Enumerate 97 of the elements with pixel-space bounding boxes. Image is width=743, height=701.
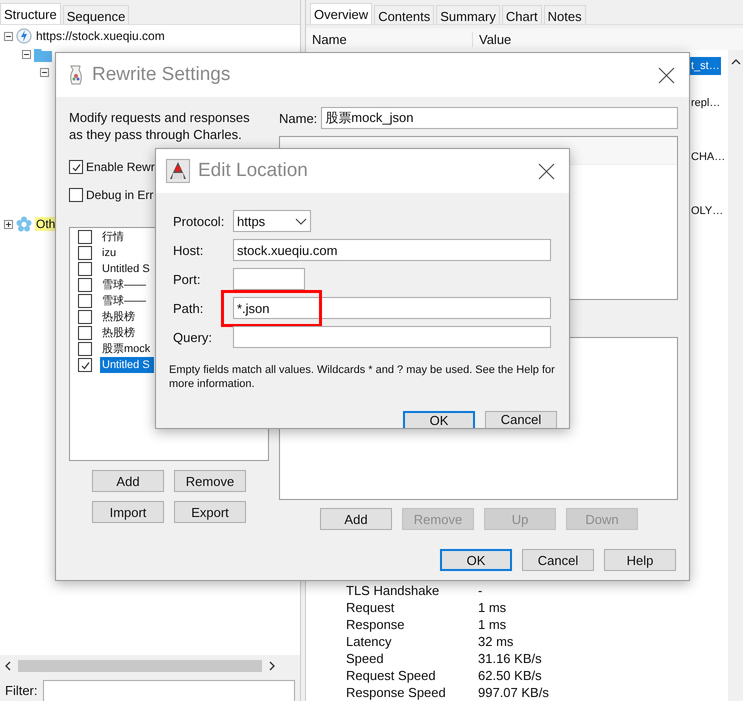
chevron-left-icon[interactable] bbox=[4, 661, 12, 671]
button[interactable]: Remove bbox=[174, 470, 246, 492]
table-cell: 31.16 KB/s bbox=[478, 651, 542, 666]
table-cell-text: Speed bbox=[346, 651, 385, 666]
protocol-dropdown[interactable]: https bbox=[233, 210, 311, 232]
name-field[interactable]: 股票mock_json bbox=[321, 107, 678, 129]
list-item[interactable]: Untitled S bbox=[100, 261, 154, 277]
close-icon[interactable] bbox=[658, 66, 675, 84]
table-cell-text: TLS Handshake bbox=[346, 583, 440, 598]
tab[interactable]: Summary bbox=[436, 5, 500, 24]
field-label: Protocol: bbox=[173, 214, 226, 228]
button[interactable]: Export bbox=[174, 501, 246, 523]
button[interactable]: Cancel bbox=[485, 411, 557, 428]
checkbox[interactable] bbox=[69, 160, 83, 174]
jug-icon bbox=[68, 64, 84, 86]
button[interactable]: Add bbox=[92, 470, 164, 492]
input-field[interactable] bbox=[233, 326, 551, 348]
window-title: Rewrite Settings bbox=[92, 64, 232, 86]
collapse-icon[interactable] bbox=[40, 68, 49, 76]
input-field[interactable] bbox=[233, 268, 305, 290]
table-cell[interactable]: OLY… bbox=[690, 202, 724, 220]
tab[interactable]: Sequence bbox=[62, 5, 130, 24]
tab[interactable]: Structure bbox=[0, 3, 61, 24]
button[interactable]: Import bbox=[92, 501, 164, 523]
checkbox[interactable] bbox=[78, 278, 92, 292]
button[interactable]: Cancel bbox=[522, 549, 594, 571]
close-icon[interactable] bbox=[538, 162, 555, 180]
column-header[interactable]: Name bbox=[306, 32, 473, 46]
button[interactable]: OK bbox=[403, 411, 475, 428]
table-cell[interactable]: CHA… bbox=[690, 148, 726, 166]
tree-item[interactable]: https://stock.xueqiu.com bbox=[35, 29, 166, 43]
tab[interactable]: Notes bbox=[544, 5, 586, 24]
chevron-right-icon[interactable] bbox=[268, 661, 276, 671]
window-title: Edit Location bbox=[198, 160, 309, 182]
list-item[interactable]: izu bbox=[100, 245, 154, 261]
field-label: Port: bbox=[173, 272, 202, 286]
input-field[interactable]: stock.xueqiu.com bbox=[233, 239, 551, 261]
table-cell-text: Latency bbox=[346, 634, 393, 649]
list-item[interactable]: 雪球—— bbox=[100, 277, 154, 293]
checkbox[interactable] bbox=[78, 230, 92, 244]
field-label: Path: bbox=[173, 300, 204, 316]
table-cell[interactable]: t_st… bbox=[690, 57, 721, 75]
vertical-scrollbar[interactable] bbox=[728, 50, 743, 701]
table-cell: 997.07 KB/s bbox=[478, 685, 549, 700]
help-text: Empty fields match all values. Wildcards * and ? may be used. See the Help for more information. bbox=[169, 363, 556, 391]
list-item[interactable]: 雪球—— bbox=[100, 293, 154, 309]
filter-label: Filter: bbox=[5, 682, 38, 698]
chevron-up-icon[interactable] bbox=[730, 58, 740, 66]
list-item[interactable]: 热股榜 bbox=[100, 309, 154, 325]
folder-icon bbox=[34, 46, 52, 62]
flower-icon bbox=[16, 216, 32, 232]
table-cell[interactable]: repl… bbox=[690, 94, 722, 112]
checkbox[interactable] bbox=[78, 294, 92, 308]
collapse-icon[interactable] bbox=[4, 32, 13, 40]
checkbox[interactable] bbox=[78, 246, 92, 260]
collapse-icon[interactable] bbox=[22, 50, 31, 58]
checkbox[interactable] bbox=[78, 262, 92, 276]
list-item[interactable]: 股票mock bbox=[100, 341, 154, 357]
list-item[interactable]: 热股榜 bbox=[100, 325, 154, 341]
checkbox[interactable] bbox=[78, 358, 92, 372]
table-cell: 32 ms bbox=[478, 634, 514, 649]
field-label: Name: bbox=[279, 110, 318, 126]
tab[interactable]: Chart bbox=[502, 5, 542, 24]
field-label: Query: bbox=[173, 330, 214, 344]
mascot-icon bbox=[166, 159, 190, 183]
tree-item[interactable]: Oth bbox=[35, 217, 56, 231]
checkbox[interactable] bbox=[78, 342, 92, 356]
lightning-icon bbox=[16, 28, 32, 44]
table-cell-text: Request bbox=[346, 600, 396, 615]
table-cell: 1 ms bbox=[478, 617, 506, 632]
button[interactable]: Help bbox=[604, 549, 676, 571]
checkbox[interactable] bbox=[69, 188, 83, 202]
checkbox-label: Debug in Err bbox=[86, 188, 154, 202]
field-label: Host: bbox=[173, 242, 204, 258]
list-item[interactable]: Untitled S bbox=[100, 357, 154, 373]
table-cell-text: Request Speed bbox=[346, 668, 437, 683]
table-cell-text: Response Speed bbox=[346, 685, 447, 700]
filter-field[interactable] bbox=[42, 680, 295, 700]
checkmark-icon bbox=[80, 360, 90, 370]
table-cell-text: Response bbox=[346, 617, 406, 632]
tab[interactable]: Contents bbox=[374, 5, 434, 24]
table-cell: 62.50 KB/s bbox=[478, 668, 542, 683]
expand-icon[interactable] bbox=[4, 220, 13, 228]
input-field[interactable]: *.json bbox=[233, 297, 551, 319]
column-header[interactable]: Value bbox=[473, 32, 512, 46]
button[interactable]: Add bbox=[320, 508, 392, 530]
button[interactable]: OK bbox=[440, 549, 512, 571]
tab[interactable]: Overview bbox=[310, 3, 372, 24]
checkbox[interactable] bbox=[78, 310, 92, 324]
chevron-down-icon bbox=[295, 218, 307, 224]
list-item[interactable]: 行情 bbox=[100, 229, 154, 245]
description-text: Modify requests and responses as they pass through Charles. bbox=[69, 109, 251, 143]
table-cell: - bbox=[478, 583, 482, 598]
checkbox[interactable] bbox=[78, 326, 92, 340]
checkmark-icon bbox=[70, 162, 82, 172]
checkbox-label: Enable Rewr bbox=[86, 160, 155, 174]
table-cell: 1 ms bbox=[478, 600, 506, 615]
